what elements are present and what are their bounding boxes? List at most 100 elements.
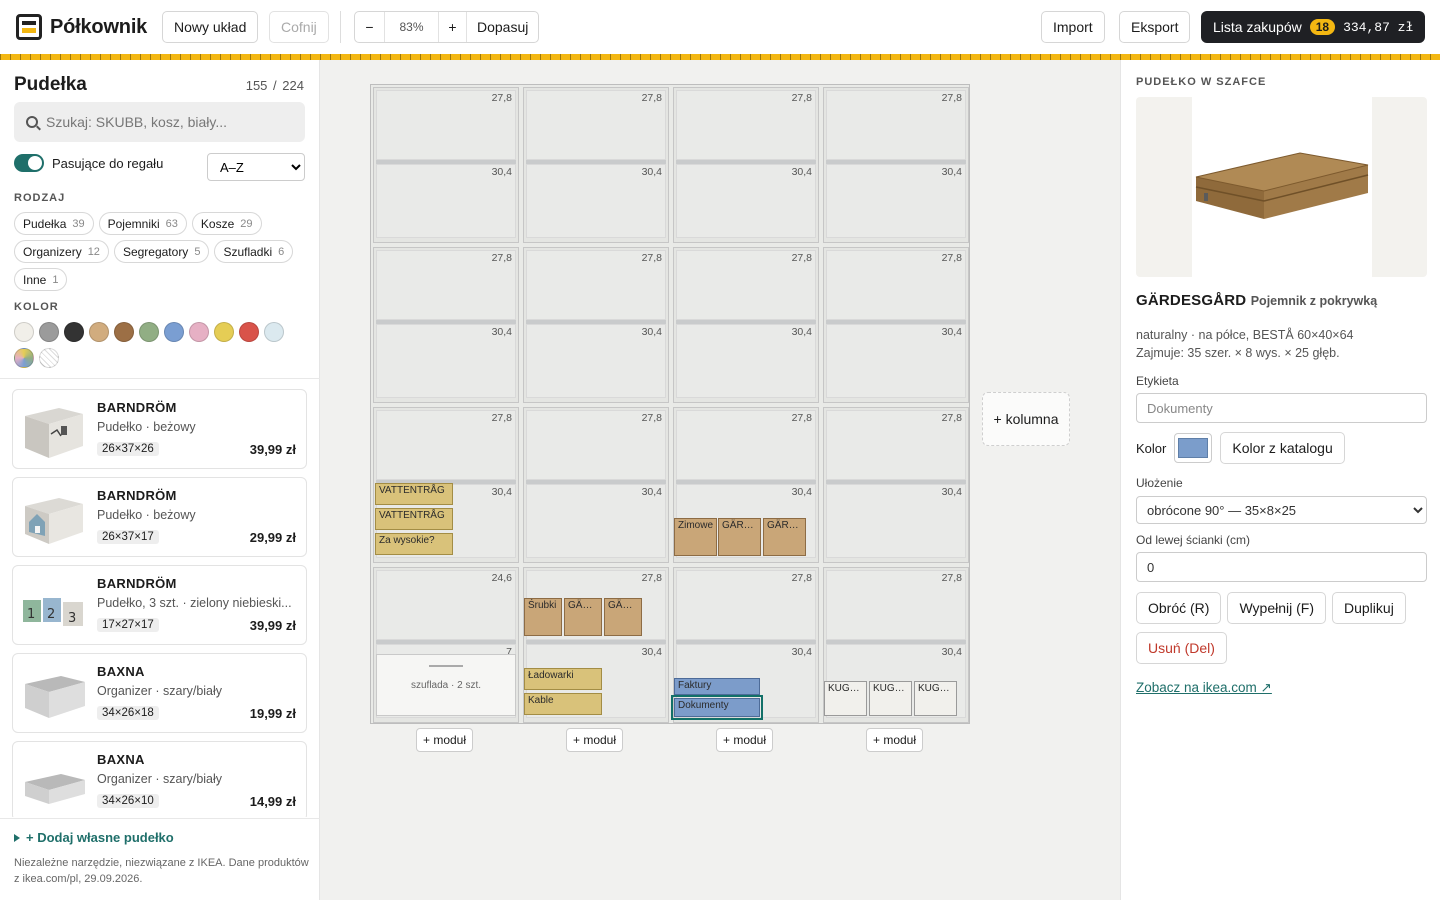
placed-box[interactable]: VATTENTRÅG (375, 508, 453, 530)
color-swatch-11[interactable] (14, 348, 34, 368)
placed-box[interactable]: Faktury (674, 678, 760, 695)
sort-select[interactable]: A–Z (207, 153, 305, 181)
add-module-button[interactable]: + moduł (416, 728, 474, 752)
shelf-compartment[interactable]: 27,8 (676, 90, 816, 160)
fit-button[interactable]: Dopasuj (467, 12, 538, 42)
shelf-module[interactable]: 27,8 30,4 (523, 87, 669, 243)
shelf-compartment[interactable]: 27,8 (826, 410, 966, 480)
fit-toggle[interactable] (14, 154, 44, 172)
type-chip-szufladki[interactable]: Szufladki 6 (214, 240, 294, 263)
shelf-compartment[interactable]: 27,8 (826, 250, 966, 320)
placed-box[interactable]: VATTENTRÅG (375, 483, 453, 505)
shelf-compartment[interactable]: 27,8 (526, 250, 666, 320)
placed-box[interactable]: KUGGIS (869, 681, 912, 716)
type-chip-organizery[interactable]: Organizery 12 (14, 240, 109, 263)
add-module-button[interactable]: + moduł (716, 728, 774, 752)
fill-button[interactable]: Wypełnij (F) (1227, 592, 1326, 624)
shelf-compartment[interactable]: 24,6 (376, 570, 516, 640)
shopping-list-button[interactable]: Lista zakupów 18 334,87 zł (1201, 11, 1426, 43)
type-chip-kosze[interactable]: Kosze 29 (191, 212, 262, 235)
type-chip-pojemniki[interactable]: Pojemniki 63 (98, 212, 187, 235)
placed-box[interactable]: Śrubki (524, 598, 562, 636)
color-swatch-12[interactable] (39, 348, 59, 368)
drawer-unit[interactable]: szuflada · 2 szt. (376, 654, 516, 716)
shelf-module[interactable]: 27,8 30,4 (523, 247, 669, 403)
color-swatch-0[interactable] (14, 322, 34, 342)
shelf-module[interactable]: 27,8 30,4 (673, 87, 819, 243)
shelf-compartment[interactable]: 27,8 (376, 410, 516, 480)
color-swatch-2[interactable] (64, 322, 84, 342)
shelf-compartment[interactable]: 30,4 (826, 324, 966, 398)
color-swatch-6[interactable] (164, 322, 184, 342)
rotate-button[interactable]: Obróć (R) (1136, 592, 1222, 624)
shelf-compartment[interactable]: 27,8 (826, 570, 966, 640)
placed-box[interactable]: GÄRDESGÅRD (763, 518, 806, 556)
color-swatch-1[interactable] (39, 322, 59, 342)
offset-input[interactable] (1136, 552, 1427, 582)
duplicate-button[interactable]: Duplikuj (1332, 592, 1406, 624)
shelf-compartment[interactable]: 27,8 (376, 250, 516, 320)
placed-box[interactable]: Dokumenty (671, 695, 763, 720)
placed-box[interactable]: GÄRDESGÅRD (718, 518, 761, 556)
placed-box[interactable]: GÄRDESGÅRD (604, 598, 642, 636)
zoom-out-button[interactable]: − (355, 12, 385, 42)
search-input[interactable] (46, 114, 286, 130)
shelf-module[interactable]: 27,8 30,4 (823, 247, 969, 403)
new-layout-button[interactable]: Nowy układ (162, 11, 259, 43)
placed-box[interactable]: GÄRDESGÅRD (564, 598, 602, 636)
shelf-module[interactable]: 24,6 7 szuflada · 2 szt. (373, 567, 519, 723)
shelf-compartment[interactable]: 30,4 (826, 484, 966, 558)
shelf-compartment[interactable]: 30,4 (526, 324, 666, 398)
product-card[interactable]: BAXNA Organizer · szary/biały 34×26×10 14,9… (12, 741, 307, 817)
add-column-button[interactable]: + kolumna (982, 392, 1070, 446)
color-swatch-7[interactable] (189, 322, 209, 342)
color-swatch-10[interactable] (264, 322, 284, 342)
import-button[interactable]: Import (1041, 11, 1105, 43)
label-input[interactable] (1136, 393, 1427, 423)
shelf-compartment[interactable]: 27,8 (676, 250, 816, 320)
export-button[interactable]: Eksport (1119, 11, 1191, 43)
zoom-in-button[interactable]: + (439, 12, 467, 42)
placed-box[interactable]: KUGGIS (914, 681, 957, 716)
color-swatch-8[interactable] (214, 322, 234, 342)
type-chip-pudełka[interactable]: Pudełka 39 (14, 212, 94, 235)
placed-box[interactable]: Kable (524, 693, 602, 715)
add-module-button[interactable]: + moduł (566, 728, 624, 752)
shelf-compartment[interactable]: 30,4 (526, 484, 666, 558)
product-card[interactable]: BAXNA Organizer · szary/biały 34×26×18 19,9… (12, 653, 307, 733)
placed-box[interactable]: KUGGIS (824, 681, 867, 716)
undo-button[interactable]: Cofnij (269, 11, 329, 43)
shelf-module[interactable]: 27,8 30,4 (373, 247, 519, 403)
placed-box[interactable]: Za wysokie? (375, 533, 453, 555)
shelf-compartment[interactable]: 30,4 (376, 324, 516, 398)
color-swatch-4[interactable] (114, 322, 134, 342)
ikea-link[interactable]: Zobacz na ikea.com ↗ (1136, 680, 1272, 696)
shelf-module[interactable]: 27,8 30,4 (823, 87, 969, 243)
delete-button[interactable]: Usuń (Del) (1136, 632, 1227, 664)
shelf-compartment[interactable]: 30,4 (376, 164, 516, 238)
product-card[interactable]: BARNDRÖM Pudełko · beżowy 26×37×26 39,99 zł (12, 389, 307, 469)
shelf-compartment[interactable]: 30,4 (826, 164, 966, 238)
color-swatch-5[interactable] (139, 322, 159, 342)
shelf-module[interactable]: 27,8 30,4 (673, 247, 819, 403)
shelf-compartment[interactable]: 30,4 (676, 164, 816, 238)
shelf-module[interactable]: 27,8 30,4 (373, 87, 519, 243)
placed-box[interactable]: Ładowarki (524, 668, 602, 690)
product-card[interactable]: BARNDRÖM Pudełko · beżowy 26×37×17 29,99 zł (12, 477, 307, 557)
shelf-compartment[interactable]: 27,8 (376, 90, 516, 160)
shelf-compartment[interactable]: 27,8 (676, 570, 816, 640)
type-chip-segregatory[interactable]: Segregatory 5 (113, 240, 210, 263)
shelf-module[interactable]: 27,8 30,4 (523, 407, 669, 563)
shelf-compartment[interactable]: 27,8 (526, 90, 666, 160)
shelf-compartment[interactable]: 27,8 (526, 410, 666, 480)
shelf-compartment[interactable]: 27,8 (826, 90, 966, 160)
orientation-select[interactable]: obrócone 90° — 35×8×25 (1136, 496, 1427, 524)
color-swatch-3[interactable] (89, 322, 109, 342)
color-picker[interactable] (1174, 433, 1213, 463)
shelf-module[interactable]: 27,8 30,4 (823, 407, 969, 563)
type-chip-inne[interactable]: Inne 1 (14, 268, 68, 291)
catalog-color-button[interactable]: Kolor z katalogu (1220, 432, 1345, 464)
placed-box[interactable]: Zimowe (674, 518, 717, 556)
shelf-compartment[interactable]: 30,4 (676, 324, 816, 398)
color-swatch-9[interactable] (239, 322, 259, 342)
